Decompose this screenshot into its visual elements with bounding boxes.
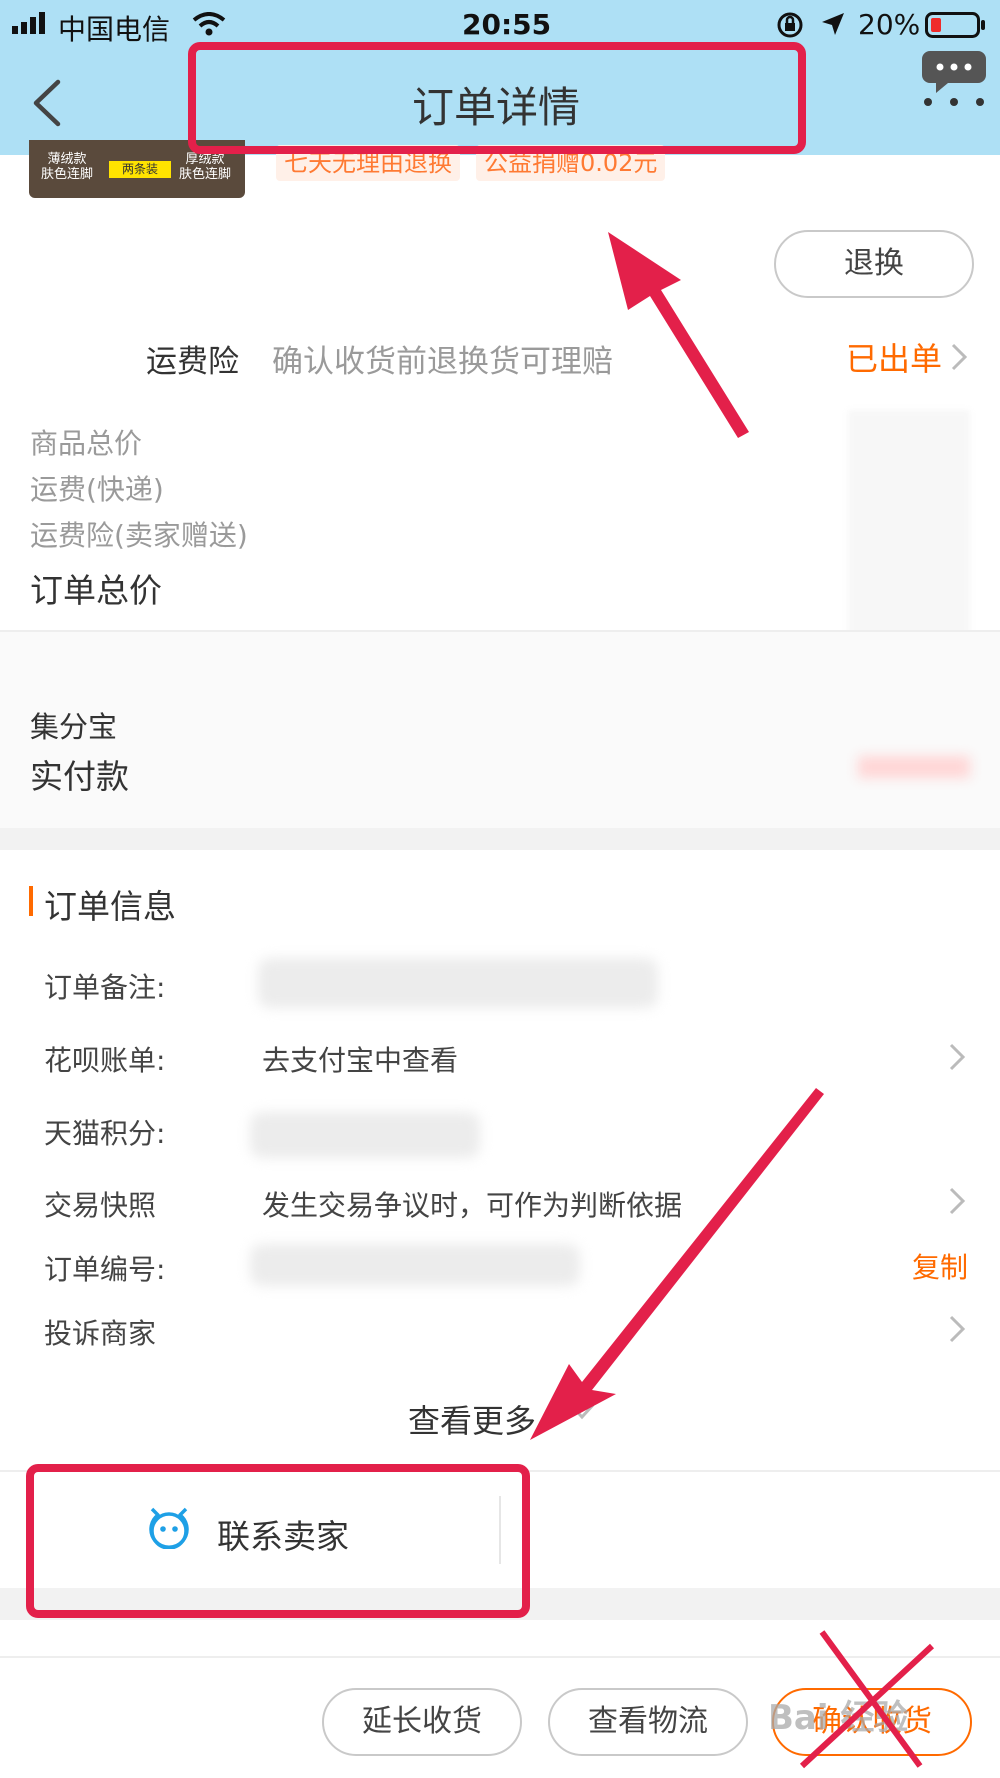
footer-divider xyxy=(0,1656,1000,1658)
location-icon xyxy=(822,13,844,35)
annotation-box-contact xyxy=(26,1464,530,1618)
insurance-status[interactable]: 已出单 xyxy=(846,334,942,380)
copy-button[interactable]: 复制 xyxy=(912,1246,968,1286)
arrow-up-icon xyxy=(608,232,749,438)
insurance-desc: 确认收货前退换货可理赔 xyxy=(272,344,613,380)
carrier-name: 中国电信 xyxy=(58,13,171,46)
chevron-right-icon xyxy=(951,343,968,371)
order-number-value-redacted xyxy=(250,1244,580,1286)
annotation-box-title xyxy=(188,42,806,154)
battery-percent: 20% xyxy=(858,8,921,41)
complain-merchant-label[interactable]: 投诉商家 xyxy=(44,1312,156,1352)
exchange-button[interactable]: 退换 xyxy=(774,230,974,298)
clock-time: 20:55 xyxy=(462,8,552,41)
actual-paid-label: 实付款 xyxy=(30,757,129,796)
thumb-label-right: 厚绒款 肤色连脚 xyxy=(179,152,232,182)
insurance-label: 运费险 xyxy=(146,344,239,380)
battery-icon xyxy=(925,12,985,38)
order-note-label: 订单备注: xyxy=(44,971,166,1004)
goods-total-label: 商品总价 xyxy=(30,427,143,460)
wifi-icon xyxy=(192,12,226,36)
view-logistics-button[interactable]: 查看物流 xyxy=(548,1688,748,1756)
snapshot-label: 交易快照 xyxy=(44,1189,157,1222)
payment-summary xyxy=(0,632,1000,828)
order-total-label: 订单总价 xyxy=(30,571,162,610)
chevron-left-icon[interactable] xyxy=(30,78,64,128)
chevron-right-icon[interactable] xyxy=(948,1042,966,1072)
order-note-value-redacted xyxy=(258,958,658,1008)
chat-bubble-icon[interactable] xyxy=(922,47,986,109)
thumb-badge: 两条装 xyxy=(109,161,171,178)
extend-receipt-button[interactable]: 延长收货 xyxy=(322,1688,522,1756)
watermark: Bai 经验 xyxy=(768,1698,909,1738)
orientation-lock-icon xyxy=(777,12,803,38)
paid-amount-redacted xyxy=(858,756,970,778)
order-info-title: 订单信息 xyxy=(44,887,176,926)
chevron-right-icon[interactable] xyxy=(948,1314,966,1344)
chevron-down-icon[interactable] xyxy=(568,1400,596,1424)
view-more-link[interactable]: 查看更多 xyxy=(408,1396,536,1442)
tmall-points-value-redacted xyxy=(250,1112,480,1158)
shipping-insurance-label: 运费险(卖家赠送) xyxy=(30,519,248,552)
tmall-points-label: 天猫积分: xyxy=(44,1117,166,1150)
section-accent-bar xyxy=(29,886,33,916)
order-number-label: 订单编号: xyxy=(44,1253,166,1286)
huabei-bill-value[interactable]: 去支付宝中查看 xyxy=(262,1039,458,1079)
thumb-label-left: 薄绒款 肤色连脚 xyxy=(41,152,94,182)
chevron-right-icon[interactable] xyxy=(948,1186,966,1216)
signal-icon xyxy=(12,12,45,34)
huabei-bill-label: 花呗账单: xyxy=(44,1044,166,1077)
snapshot-value[interactable]: 发生交易争议时，可作为判断依据 xyxy=(262,1184,682,1224)
jifenbao-label: 集分宝 xyxy=(30,710,118,744)
section-gap xyxy=(0,828,1000,850)
shipping-label: 运费(快递) xyxy=(30,473,164,506)
